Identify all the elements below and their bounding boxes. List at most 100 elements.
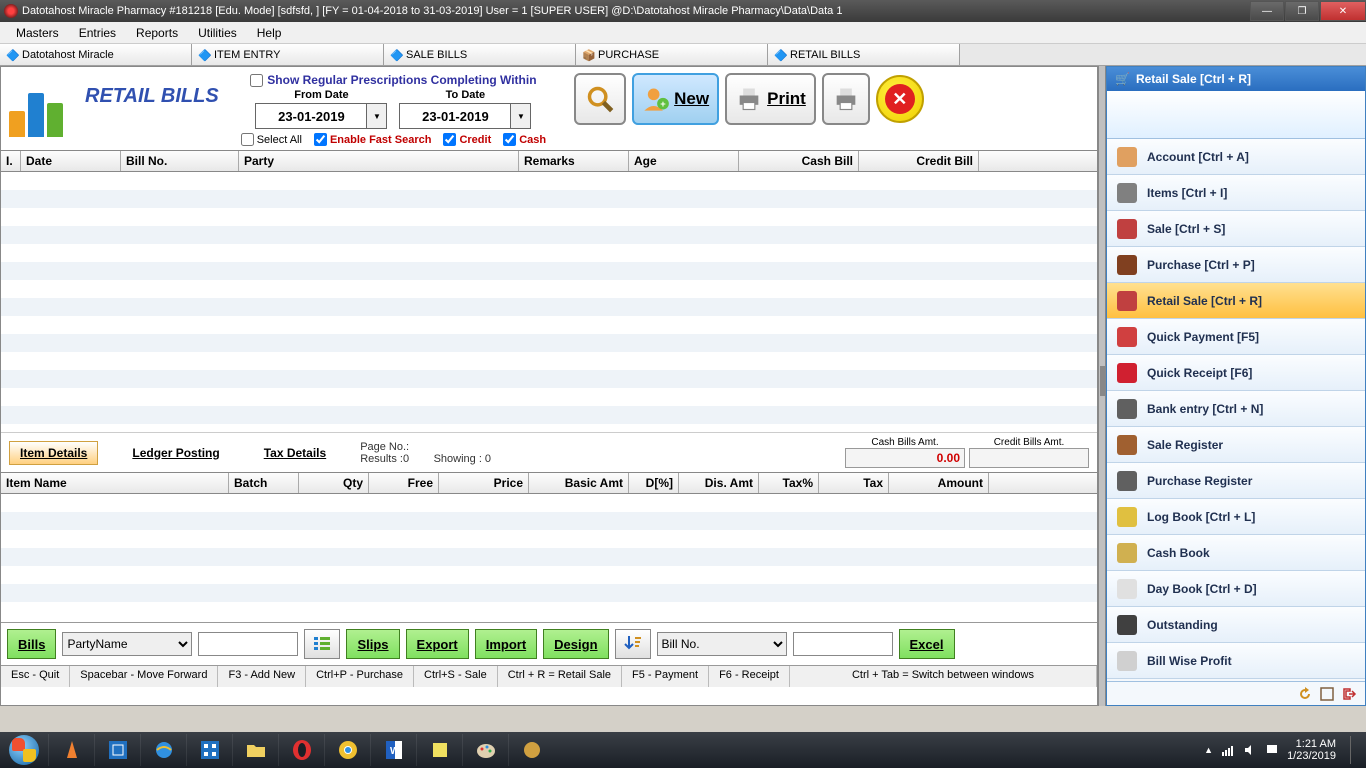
sidebar-item-1[interactable]: Items [Ctrl + I] xyxy=(1107,175,1365,211)
from-date-input[interactable] xyxy=(256,104,366,128)
maximize-button[interactable]: ❐ xyxy=(1285,1,1319,21)
col-tax-pct[interactable]: Tax% xyxy=(759,473,819,493)
col-disc-pct[interactable]: D[%] xyxy=(629,473,679,493)
show-desktop-button[interactable] xyxy=(1350,736,1358,764)
tab-datotahost[interactable]: 🔷Datotahost Miracle xyxy=(0,44,192,65)
sidebar-item-3[interactable]: Purchase [Ctrl + P] xyxy=(1107,247,1365,283)
col-remarks[interactable]: Remarks xyxy=(519,151,629,171)
menu-reports[interactable]: Reports xyxy=(126,26,188,40)
billno-select[interactable]: Bill No. xyxy=(657,632,787,656)
tab-sale-bills[interactable]: 🔷SALE BILLS xyxy=(384,44,576,65)
col-index[interactable]: I. xyxy=(1,151,21,171)
tray-network-icon[interactable] xyxy=(1221,743,1235,757)
show-prescriptions-checkbox[interactable] xyxy=(250,74,263,87)
refresh-icon[interactable] xyxy=(1297,686,1313,702)
bills-grid-body[interactable] xyxy=(1,172,1097,432)
sidebar-item-8[interactable]: Sale Register xyxy=(1107,427,1365,463)
slips-button[interactable]: Slips xyxy=(346,629,399,659)
tab-purchase[interactable]: 📦PURCHASE xyxy=(576,44,768,65)
col-billno[interactable]: Bill No. xyxy=(121,151,239,171)
col-basic-amt[interactable]: Basic Amt xyxy=(529,473,629,493)
tab-retail-bills[interactable]: 🔷RETAIL BILLS xyxy=(768,44,960,65)
col-age[interactable]: Age xyxy=(629,151,739,171)
sidebar-item-5[interactable]: Quick Payment [F5] xyxy=(1107,319,1365,355)
taskbar-chrome[interactable] xyxy=(324,734,370,766)
print-button[interactable]: Print xyxy=(725,73,816,125)
taskbar-clock[interactable]: 1:21 AM1/23/2019 xyxy=(1287,738,1342,762)
tab-item-entry[interactable]: 🔷ITEM ENTRY xyxy=(192,44,384,65)
select-all-checkbox[interactable] xyxy=(241,133,254,146)
fast-search-checkbox[interactable] xyxy=(314,133,327,146)
to-date-dropdown-icon[interactable]: ▼ xyxy=(510,104,530,128)
tab-ledger-posting[interactable]: Ledger Posting xyxy=(122,442,229,464)
cash-checkbox[interactable] xyxy=(503,133,516,146)
sidebar-item-7[interactable]: Bank entry [Ctrl + N] xyxy=(1107,391,1365,427)
design-button[interactable]: Design xyxy=(543,629,608,659)
credit-checkbox[interactable] xyxy=(443,133,456,146)
close-button[interactable]: ✕ xyxy=(1320,1,1366,21)
sidebar-item-4[interactable]: Retail Sale [Ctrl + R] xyxy=(1107,283,1365,319)
splitter-gap[interactable] xyxy=(1098,66,1106,706)
sidebar-item-11[interactable]: Cash Book xyxy=(1107,535,1365,571)
splitter-handle-icon[interactable] xyxy=(1100,366,1106,396)
sidebar-item-12[interactable]: Day Book [Ctrl + D] xyxy=(1107,571,1365,607)
import-button[interactable]: Import xyxy=(475,629,537,659)
bills-button[interactable]: Bills xyxy=(7,629,56,659)
excel-button[interactable]: Excel xyxy=(899,629,955,659)
menu-masters[interactable]: Masters xyxy=(6,26,69,40)
menu-utilities[interactable]: Utilities xyxy=(188,26,247,40)
tray-flag-icon[interactable] xyxy=(1265,743,1279,757)
taskbar-paint[interactable] xyxy=(462,734,508,766)
sort-button[interactable] xyxy=(615,629,651,659)
layout-button[interactable] xyxy=(304,629,340,659)
taskbar-vlc[interactable] xyxy=(48,734,94,766)
taskbar-notes[interactable] xyxy=(416,734,462,766)
detail-grid-body[interactable] xyxy=(1,494,1097,622)
tool-icon[interactable] xyxy=(1319,686,1335,702)
taskbar-word[interactable]: W xyxy=(370,734,416,766)
sidebar-item-10[interactable]: Log Book [Ctrl + L] xyxy=(1107,499,1365,535)
billno-filter-input[interactable] xyxy=(793,632,893,656)
partyname-select[interactable]: PartyName xyxy=(62,632,192,656)
exit-icon[interactable] xyxy=(1341,686,1357,702)
tray-expand-icon[interactable]: ▲ xyxy=(1204,745,1213,755)
tray-volume-icon[interactable] xyxy=(1243,743,1257,757)
taskbar-app[interactable] xyxy=(508,734,554,766)
taskbar-ie[interactable] xyxy=(140,734,186,766)
taskbar-manager[interactable] xyxy=(186,734,232,766)
col-batch[interactable]: Batch xyxy=(229,473,299,493)
new-button[interactable]: + New xyxy=(632,73,719,125)
sidebar-item-14[interactable]: Bill Wise Profit xyxy=(1107,643,1365,679)
search-button[interactable] xyxy=(574,73,626,125)
taskbar-explorer[interactable] xyxy=(232,734,278,766)
col-tax[interactable]: Tax xyxy=(819,473,889,493)
col-party[interactable]: Party xyxy=(239,151,519,171)
sidebar-item-2[interactable]: Sale [Ctrl + S] xyxy=(1107,211,1365,247)
taskbar-opera[interactable] xyxy=(278,734,324,766)
party-filter-input[interactable] xyxy=(198,632,298,656)
quick-print-button[interactable] xyxy=(822,73,870,125)
col-date[interactable]: Date xyxy=(21,151,121,171)
cancel-button[interactable]: ✕ xyxy=(876,75,924,123)
col-item-name[interactable]: Item Name xyxy=(1,473,229,493)
tab-item-details[interactable]: Item Details xyxy=(9,441,98,465)
export-button[interactable]: Export xyxy=(406,629,469,659)
col-creditbill[interactable]: Credit Bill xyxy=(859,151,979,171)
sidebar-item-6[interactable]: Quick Receipt [F6] xyxy=(1107,355,1365,391)
menu-help[interactable]: Help xyxy=(247,26,292,40)
col-free[interactable]: Free xyxy=(369,473,439,493)
col-price[interactable]: Price xyxy=(439,473,529,493)
to-date-input[interactable] xyxy=(400,104,510,128)
col-amount[interactable]: Amount xyxy=(889,473,989,493)
from-date-dropdown-icon[interactable]: ▼ xyxy=(366,104,386,128)
menu-entries[interactable]: Entries xyxy=(69,26,126,40)
sidebar-item-0[interactable]: Account [Ctrl + A] xyxy=(1107,139,1365,175)
start-button[interactable] xyxy=(0,732,48,768)
sidebar-item-9[interactable]: Purchase Register xyxy=(1107,463,1365,499)
col-cashbill[interactable]: Cash Bill xyxy=(739,151,859,171)
minimize-button[interactable]: — xyxy=(1250,1,1284,21)
tab-tax-details[interactable]: Tax Details xyxy=(254,442,336,464)
sidebar-item-13[interactable]: Outstanding xyxy=(1107,607,1365,643)
col-disc-amt[interactable]: Dis. Amt xyxy=(679,473,759,493)
taskbar-screenshot[interactable] xyxy=(94,734,140,766)
